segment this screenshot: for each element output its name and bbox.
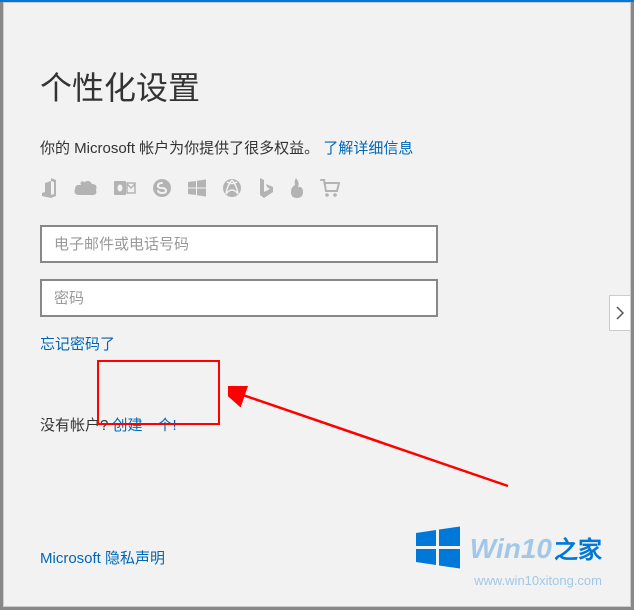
service-icons (40, 178, 594, 203)
create-account-link[interactable]: 创建一个! (113, 417, 177, 434)
password-input[interactable] (40, 279, 438, 317)
next-chevron-button[interactable] (609, 295, 631, 331)
windows-icon (188, 179, 206, 202)
bing-icon (258, 178, 274, 203)
office-icon (40, 178, 58, 203)
subtitle-text: 你的 Microsoft 帐户为你提供了很多权益。 (40, 140, 319, 157)
email-input[interactable] (40, 225, 438, 263)
onedrive-icon (74, 180, 98, 201)
flame-icon (290, 178, 304, 203)
xbox-icon (222, 178, 242, 203)
outlook-icon (114, 179, 136, 202)
brand-url: www.win10xitong.com (414, 573, 602, 588)
chevron-right-icon (616, 306, 624, 320)
no-account-row: 没有帐户? 创建一个! (40, 414, 594, 435)
brand-text: Win10之家 (470, 530, 602, 565)
learn-more-link[interactable]: 了解详细信息 (323, 140, 413, 157)
cart-icon (320, 179, 340, 202)
page-title: 个性化设置 (40, 63, 594, 109)
subtitle: 你的 Microsoft 帐户为你提供了很多权益。 了解详细信息 (40, 137, 594, 158)
windows-logo-icon (414, 523, 462, 571)
dialog-window: 个性化设置 你的 Microsoft 帐户为你提供了很多权益。 了解详细信息 忘… (3, 2, 631, 607)
skype-icon (152, 178, 172, 203)
watermark: Win10之家 www.win10xitong.com (414, 523, 602, 588)
forgot-password-link[interactable]: 忘记密码了 (40, 336, 115, 353)
privacy-link[interactable]: Microsoft 隐私声明 (40, 550, 165, 567)
no-account-text: 没有帐户? (40, 417, 113, 434)
